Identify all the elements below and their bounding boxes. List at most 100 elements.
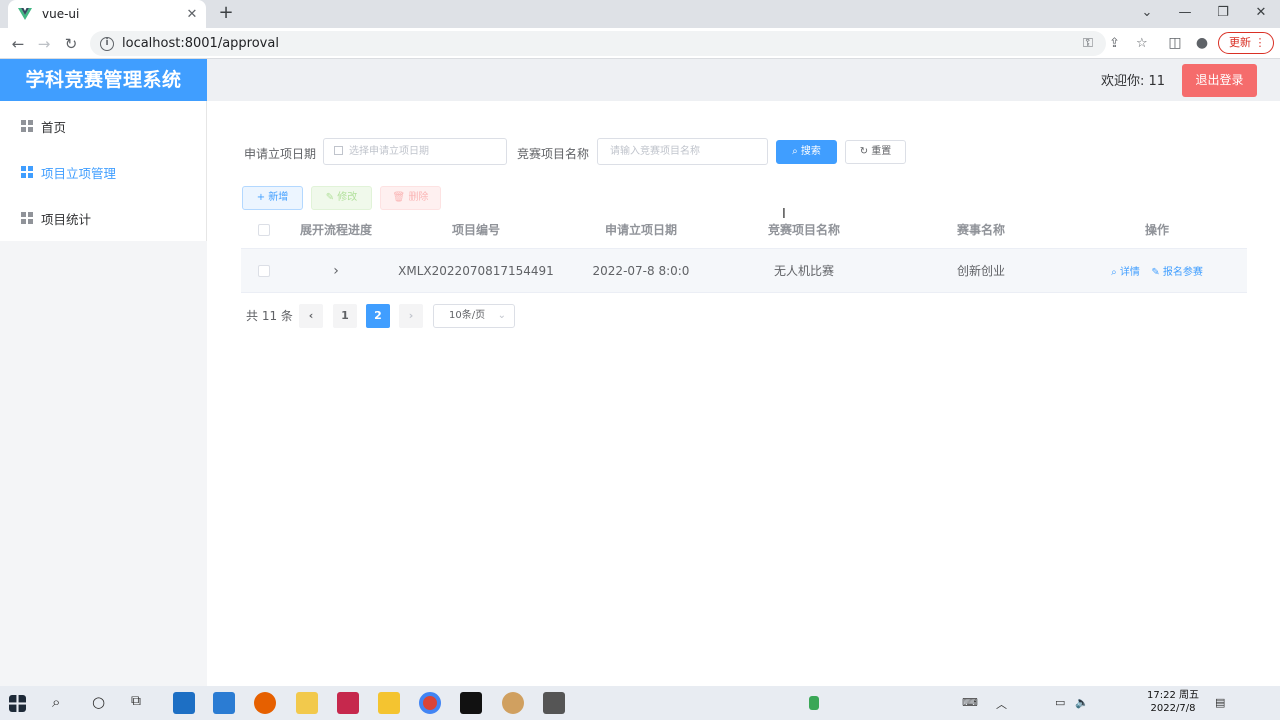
date-filter-input[interactable]: 选择申请立项日期 [323, 138, 507, 165]
expand-row-chevron-icon[interactable]: › [296, 249, 376, 293]
text-cursor-icon: I [782, 207, 786, 222]
maximize-button[interactable]: ❐ [1204, 0, 1242, 28]
windows-start-icon[interactable] [9, 695, 26, 712]
col-header-event: 赛事名称 [956, 223, 1005, 237]
cell-actions: ⌕ 详情 ✎ 报名参赛 [1077, 249, 1237, 293]
col-header-code: 项目编号 [451, 223, 500, 237]
side-panel-icon[interactable]: ◫ [1164, 32, 1186, 54]
edit-button[interactable]: ✎ 修改 [311, 186, 372, 210]
media-app-icon[interactable] [502, 692, 524, 714]
sidebar-item-approval[interactable]: 项目立项管理 [0, 149, 206, 195]
browser-toolbar: ← → ↻ i localhost:8001/approval ⚿ ⇪ ☆ ◫ … [0, 28, 1280, 59]
search-icon: ⌕ [1111, 267, 1117, 278]
page-size-value: 10条/页 [449, 310, 486, 321]
cell-code: XMLX2022070817154491 [398, 264, 554, 278]
minimize-button[interactable]: — [1166, 0, 1204, 28]
signup-link-label: 报名参赛 [1162, 267, 1203, 278]
calendar-icon [334, 146, 343, 155]
page-button-1[interactable]: 1 [333, 304, 357, 328]
sidebar-item-statistics[interactable]: 项目统计 [0, 195, 206, 241]
signup-link[interactable]: ✎ 报名参赛 [1151, 267, 1203, 278]
delete-button-label: 删除 [408, 192, 429, 203]
address-bar[interactable]: i localhost:8001/approval ⚿ ⇪ ☆ [90, 31, 1148, 56]
cortana-icon[interactable]: ○ [92, 693, 105, 711]
welcome-text: 欢迎你: 11 [1100, 74, 1165, 89]
mail-app-icon[interactable] [213, 692, 235, 714]
row-checkbox[interactable] [258, 265, 270, 277]
clock-date: 2022/7/8 [1150, 703, 1196, 714]
window-close-button[interactable]: ✕ [1242, 0, 1280, 28]
menu-grid-icon [21, 212, 33, 224]
ide-app-icon[interactable] [337, 692, 359, 714]
firefox-app-icon[interactable] [254, 692, 276, 714]
bookmark-star-icon[interactable]: ☆ [1136, 31, 1148, 56]
task-view-icon[interactable]: ⧉ [131, 693, 141, 709]
volume-tray-icon[interactable]: 🔈 [1075, 696, 1089, 709]
terminal-app-icon[interactable] [460, 692, 482, 714]
notes-app-icon[interactable] [296, 692, 318, 714]
sidebar-empty-area [0, 241, 207, 686]
refresh-icon: ↻ [859, 146, 869, 157]
table-row[interactable]: › XMLX2022070817154491 2022-07-8 8:0:0 无… [241, 249, 1247, 293]
col-header-expand: 展开流程进度 [299, 223, 372, 237]
show-hidden-icons-icon[interactable]: ︿ [996, 696, 1007, 712]
share-icon[interactable]: ⇪ [1109, 31, 1120, 56]
plus-icon: + [256, 192, 266, 203]
vue-logo-icon [18, 8, 32, 20]
url-text: localhost:8001/approval [122, 36, 279, 51]
file-explorer-icon[interactable] [378, 692, 400, 714]
network-tray-icon[interactable]: ▭ [1055, 696, 1065, 709]
store-app-icon[interactable] [173, 692, 195, 714]
select-all-checkbox[interactable] [258, 224, 270, 236]
sidebar-item-label: 首页 [41, 119, 67, 135]
pagination-total: 共 11 条 [246, 309, 293, 323]
new-tab-button[interactable]: + [216, 3, 236, 23]
search-button[interactable]: ⌕ 搜索 [776, 140, 837, 164]
add-button[interactable]: + 新增 [242, 186, 303, 210]
edit-button-label: 修改 [337, 192, 358, 203]
page-size-select[interactable]: 10条/页 ⌄ [433, 304, 515, 328]
reset-button[interactable]: ↻ 重置 [845, 140, 906, 164]
prev-page-button[interactable]: ‹ [299, 304, 323, 328]
taskbar-clock[interactable]: 17:22 周五 2022/7/8 [1147, 689, 1199, 715]
notification-center-icon[interactable]: ▤ [1215, 696, 1225, 709]
back-icon[interactable]: ← [6, 32, 30, 56]
close-tab-icon[interactable]: ✕ [182, 7, 202, 22]
taskbar-search-icon[interactable]: ⌕ [52, 693, 60, 711]
next-page-button[interactable]: › [399, 304, 423, 328]
sidebar-item-label: 项目立项管理 [41, 165, 117, 181]
edit-pencil-icon: ✎ [1151, 267, 1160, 278]
pagination: 共 11 条 ‹ 1 2 › 10条/页 ⌄ [241, 304, 641, 328]
menu-grid-icon [21, 120, 33, 132]
page-button-2[interactable]: 2 [366, 304, 390, 328]
date-filter-placeholder: 选择申请立项日期 [349, 146, 429, 157]
delete-button[interactable]: 🗑 删除 [380, 186, 441, 210]
detail-link-label: 详情 [1119, 267, 1140, 278]
update-label: 更新 [1229, 36, 1251, 49]
key-icon[interactable]: ⚿ [1083, 31, 1093, 56]
reload-icon[interactable]: ↻ [59, 32, 83, 56]
sidebar-item-home[interactable]: 首页 [0, 103, 206, 149]
name-filter-input[interactable]: 请输入竞赛项目名称 [597, 138, 768, 165]
browser-tab[interactable]: vue-ui ✕ [8, 0, 206, 28]
logout-button[interactable]: 退出登录 [1182, 64, 1257, 97]
search-button-label: 搜索 [800, 146, 821, 157]
battery-tray-icon[interactable] [809, 696, 819, 710]
remote-app-icon[interactable] [543, 692, 565, 714]
detail-link[interactable]: ⌕ 详情 [1111, 267, 1140, 278]
tab-search-icon[interactable]: ⌄ [1128, 0, 1166, 28]
forward-icon[interactable]: → [32, 32, 56, 56]
name-filter-label: 竞赛项目名称 [517, 147, 590, 161]
main-content: 申请立项日期 选择申请立项日期 竞赛项目名称 请输入竞赛项目名称 ⌕ 搜索 ↻ … [208, 101, 1280, 686]
profile-avatar-icon[interactable]: ● [1191, 32, 1213, 54]
menu-grid-icon [21, 166, 33, 178]
keyboard-tray-icon[interactable]: ⌨ [962, 696, 978, 709]
edit-pencil-icon: ✎ [325, 192, 335, 203]
browser-update-button[interactable]: 更新 ⋮ [1218, 32, 1274, 54]
table-header: 展开流程进度 项目编号 申请立项日期 竞赛项目名称 赛事名称 操作 [241, 211, 1247, 249]
chevron-down-icon: ⌄ [497, 310, 506, 321]
chrome-app-icon[interactable] [419, 692, 441, 714]
sidebar-item-label: 项目统计 [41, 211, 92, 227]
site-info-icon[interactable]: i [100, 36, 114, 51]
approval-table: 展开流程进度 项目编号 申请立项日期 竞赛项目名称 赛事名称 操作 › XMLX… [241, 211, 1247, 293]
